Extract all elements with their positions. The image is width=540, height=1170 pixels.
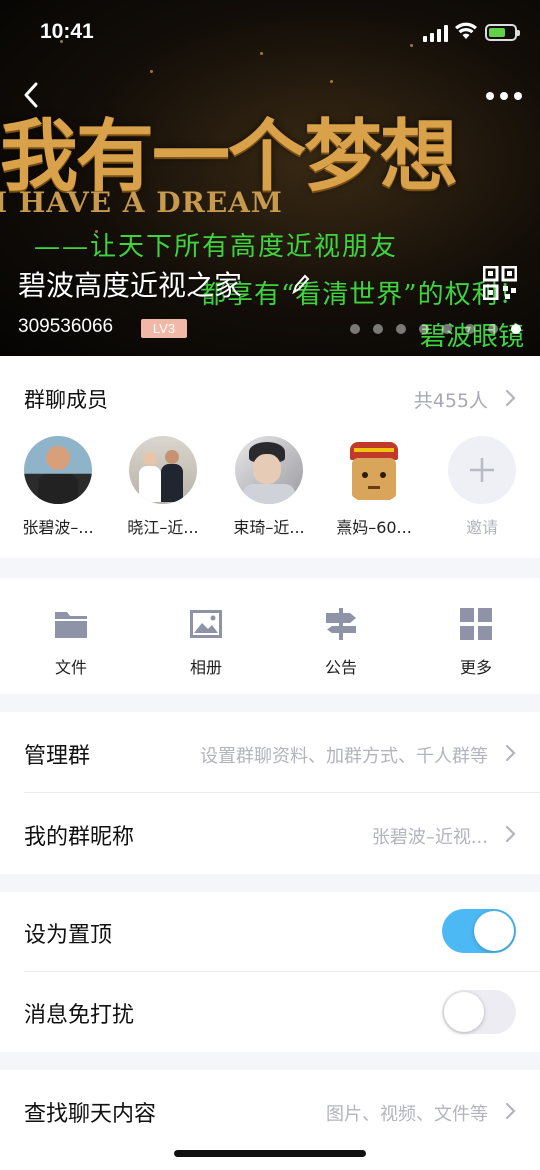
tools-section: 文件 相册 公告 更多 xyxy=(0,578,540,694)
grid-icon xyxy=(458,606,494,642)
page-dot xyxy=(511,324,521,334)
avatar xyxy=(340,436,408,504)
avatar xyxy=(129,436,197,504)
group-cover-banner[interactable]: 我有一个梦想 I HAVE A DREAM ——让天下所有高度近视朋友 都享有“… xyxy=(0,0,540,356)
tool-label: 更多 xyxy=(459,658,492,677)
more-options-button[interactable] xyxy=(484,86,524,106)
row-title: 我的群昵称 xyxy=(24,825,135,850)
folder-icon xyxy=(53,606,89,642)
do-not-disturb-toggle[interactable] xyxy=(442,990,516,1034)
row-title: 查找聊天内容 xyxy=(24,1102,157,1127)
chevron-right-icon xyxy=(504,824,516,844)
status-bar: 10:41 xyxy=(0,0,540,66)
members-section: 群聊成员 共455人 张碧波–... 晓江–近... 束琦–近... 熹妈–60… xyxy=(0,356,540,558)
cellular-signal-icon xyxy=(423,24,449,42)
chevron-right-icon xyxy=(504,1101,516,1121)
edit-pencil-icon[interactable] xyxy=(290,272,310,296)
banner-slogan-line1: ——让天下所有高度近视朋友 xyxy=(34,232,399,262)
banner-headline-en: I HAVE A DREAM xyxy=(0,186,283,219)
manage-group-row[interactable]: 管理群 设置群聊资料、加群方式、千人群等 xyxy=(0,712,540,792)
wifi-icon xyxy=(455,21,477,41)
members-count[interactable]: 共455人 xyxy=(414,386,488,413)
banner-slogan-line2: 都享有“看清世界”的权利！ xyxy=(200,280,526,310)
row-title: 设为置顶 xyxy=(24,923,113,948)
member-name: 晓江–近... xyxy=(127,518,199,537)
avatar xyxy=(24,436,92,504)
signpost-icon xyxy=(323,606,359,642)
member-name: 熹妈–60... xyxy=(336,518,412,537)
row-title: 消息免打扰 xyxy=(24,1003,135,1028)
member-item[interactable]: 晓江–近... xyxy=(113,436,213,538)
plus-icon xyxy=(448,436,516,504)
qr-code-icon[interactable] xyxy=(482,265,518,301)
page-dot xyxy=(396,324,406,334)
tool-more[interactable]: 更多 xyxy=(426,606,526,678)
home-indicator[interactable] xyxy=(174,1150,366,1157)
photo-icon xyxy=(188,606,224,642)
member-name: 束琦–近... xyxy=(233,518,305,537)
row-value: 图片、视频、文件等 xyxy=(326,1104,488,1125)
page-indicator xyxy=(350,324,530,336)
search-history-row[interactable]: 查找聊天内容 图片、视频、文件等 xyxy=(0,1070,540,1150)
page-dot xyxy=(373,324,383,334)
page-dot xyxy=(419,324,429,334)
page-dot xyxy=(488,324,498,334)
invite-member-button[interactable]: 邀请 xyxy=(432,436,532,538)
do-not-disturb-row: 消息免打扰 xyxy=(0,972,540,1052)
row-value: 张碧波–近视... xyxy=(371,827,488,848)
tool-album[interactable]: 相册 xyxy=(156,606,256,678)
tool-label: 相册 xyxy=(189,658,222,677)
member-item[interactable]: 束琦–近... xyxy=(219,436,319,538)
tool-announcement[interactable]: 公告 xyxy=(291,606,391,678)
row-title: 管理群 xyxy=(24,744,91,769)
member-item[interactable]: 张碧波–... xyxy=(8,436,108,538)
row-value: 设置群聊资料、加群方式、千人群等 xyxy=(200,746,488,767)
member-item[interactable]: 熹妈–60... xyxy=(324,436,424,538)
toggles-section: 设为置顶 消息免打扰 xyxy=(0,892,540,1052)
sparkle-decoration xyxy=(330,80,333,83)
sparkle-decoration xyxy=(150,70,153,73)
battery-icon xyxy=(485,24,520,41)
status-time: 10:41 xyxy=(40,20,94,43)
chevron-right-icon[interactable] xyxy=(504,388,516,408)
group-id: 309536066 xyxy=(18,316,114,337)
group-name[interactable]: 碧波高度近视之家 xyxy=(18,264,242,304)
level-badge: LV3 xyxy=(141,319,187,338)
avatar xyxy=(235,436,303,504)
page-dot xyxy=(350,324,360,334)
page-dot xyxy=(442,324,452,334)
manage-section: 管理群 设置群聊资料、加群方式、千人群等 我的群昵称 张碧波–近视... xyxy=(0,712,540,874)
pin-top-toggle[interactable] xyxy=(442,909,516,953)
pin-top-row: 设为置顶 xyxy=(0,892,540,971)
page-dot xyxy=(465,324,475,334)
tool-label: 文件 xyxy=(54,658,87,677)
back-button[interactable] xyxy=(18,78,48,112)
tool-label: 公告 xyxy=(324,658,357,677)
tool-files[interactable]: 文件 xyxy=(21,606,121,678)
invite-label: 邀请 xyxy=(465,518,498,537)
member-name: 张碧波–... xyxy=(22,518,94,537)
chevron-right-icon xyxy=(504,743,516,763)
my-nickname-row[interactable]: 我的群昵称 张碧波–近视... xyxy=(0,793,540,874)
members-title: 群聊成员 xyxy=(24,388,108,412)
